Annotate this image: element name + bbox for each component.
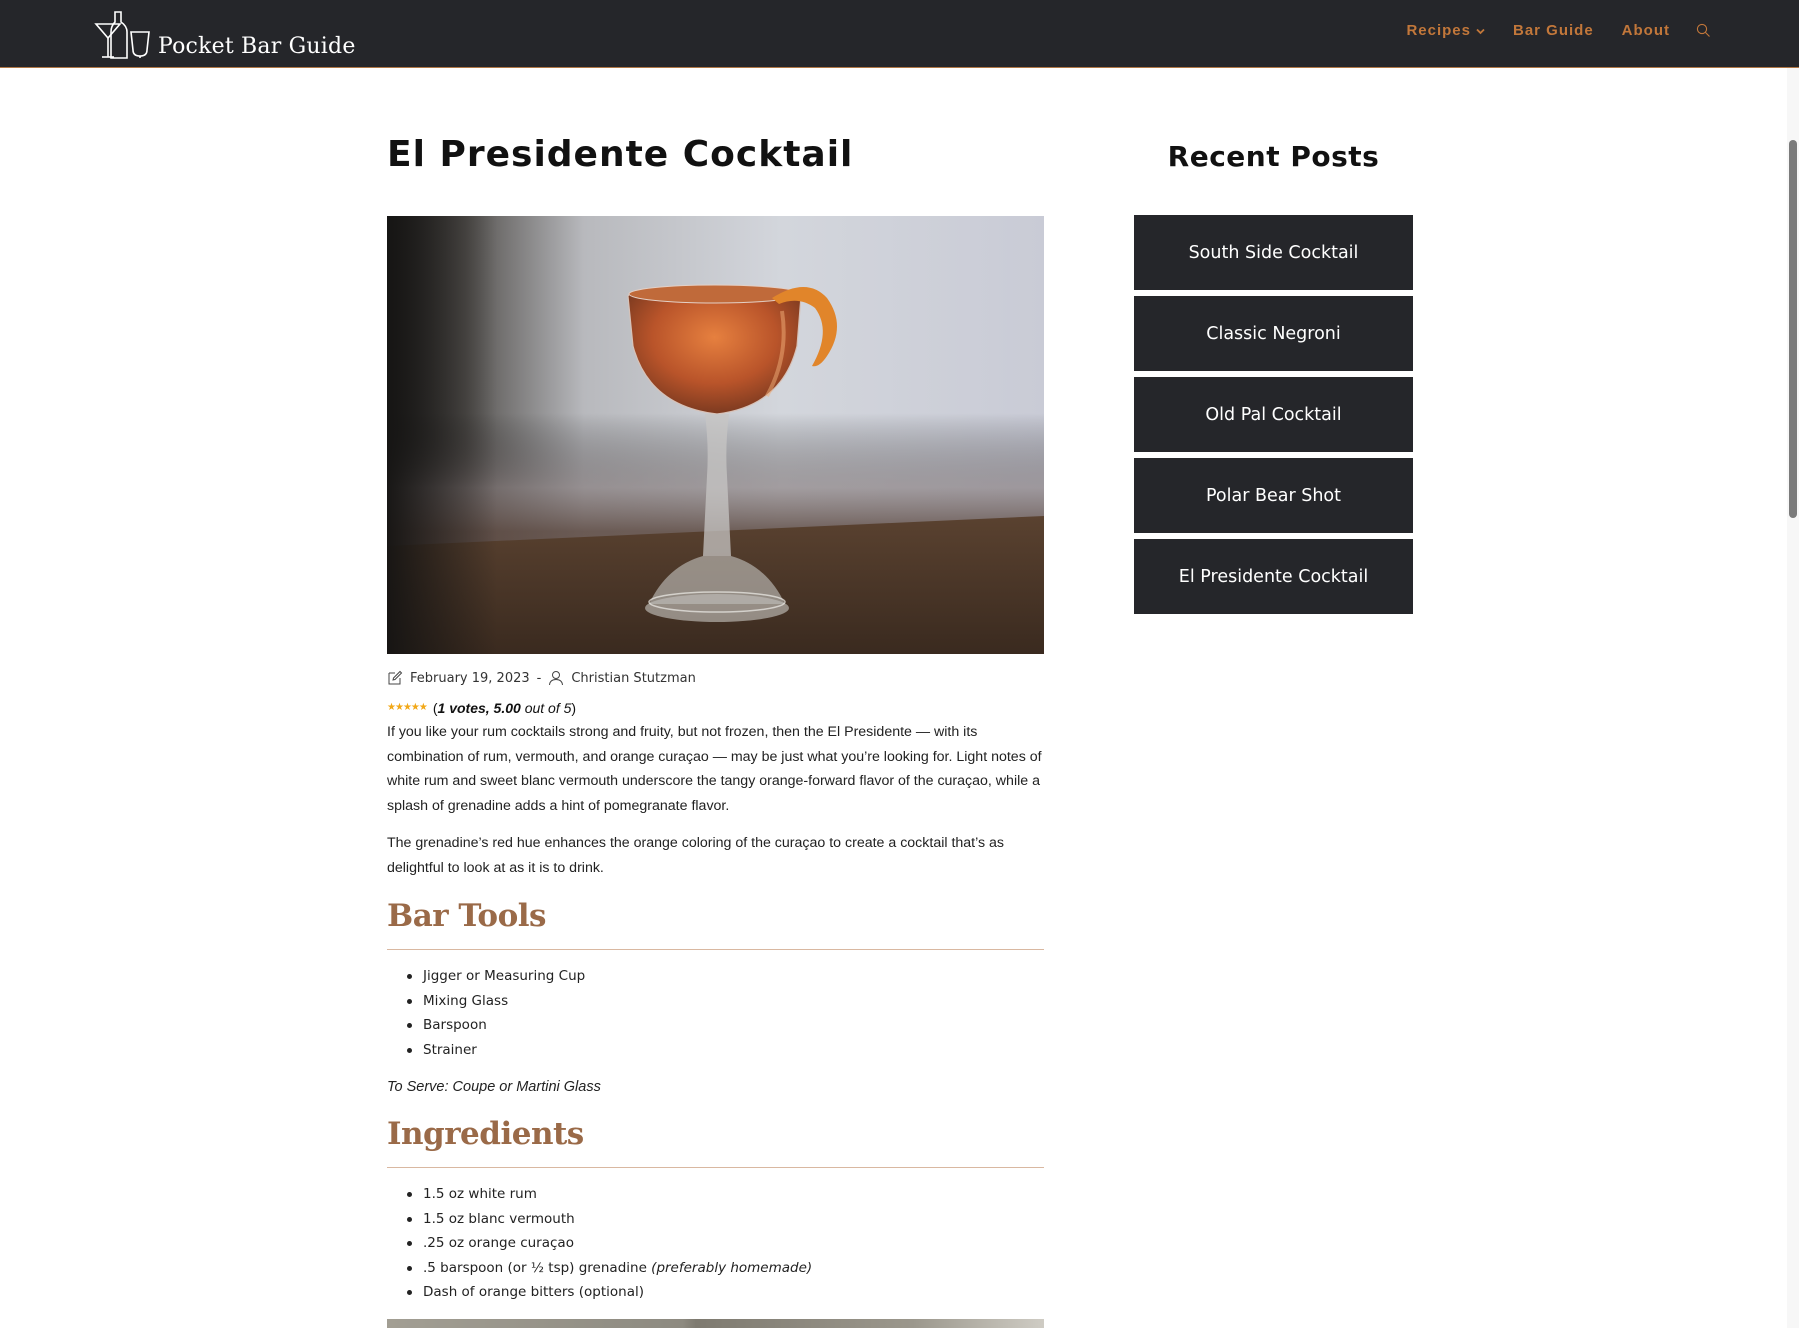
list-item: 1.5 oz blanc vermouth xyxy=(407,1207,1023,1232)
nav-item-label: About xyxy=(1621,22,1670,39)
list-item: 1.5 oz white rum xyxy=(407,1182,1023,1207)
star-icon[interactable]: ★ xyxy=(419,703,428,713)
nav-item-label: Bar Guide xyxy=(1512,22,1594,39)
edit-icon xyxy=(388,670,403,685)
nav-item-bar-guide[interactable]: Bar Guide xyxy=(1513,22,1594,39)
rating-close-paren: ) xyxy=(571,700,577,716)
star-icon[interactable]: ★ xyxy=(403,703,412,713)
intro-paragraph: If you like your rum cocktails strong an… xyxy=(387,724,1042,814)
list-item: Mixing Glass xyxy=(407,989,1023,1014)
hero-image-cocktail xyxy=(387,216,1044,654)
star-icon[interactable]: ★ xyxy=(411,703,420,713)
star-rating[interactable]: ★ ★ ★ ★ ★ ( 1 votes, 5.00 out of 5 ) xyxy=(387,700,576,716)
search-icon[interactable] xyxy=(1696,23,1711,38)
ingredients-list: 1.5 oz white rum 1.5 oz blanc vermouth .… xyxy=(407,1182,1023,1305)
rating-score: 5.00 xyxy=(493,700,521,716)
post-meta: February 19, 2023 - Christian Stutzman xyxy=(387,670,696,686)
post-date: February 19, 2023 xyxy=(410,670,530,686)
rating-votes: 1 votes, xyxy=(437,700,490,716)
site-header: Pocket Bar Guide Recipes Bar Guide About xyxy=(0,0,1799,68)
list-item: Dash of orange bitters (optional) xyxy=(407,1280,1023,1305)
recent-post-south-side-cocktail[interactable]: South Side Cocktail xyxy=(1134,215,1413,290)
site-brand-name: Pocket Bar Guide xyxy=(158,34,356,59)
rating-out-of: out of 5 xyxy=(524,700,572,716)
recent-post-el-presidente-cocktail[interactable]: El Presidente Cocktail xyxy=(1134,539,1413,614)
star-icon[interactable]: ★ xyxy=(395,703,404,713)
nav-item-about[interactable]: About xyxy=(1622,22,1670,39)
body-paragraph: The grenadine’s red hue enhances the ora… xyxy=(387,835,1005,876)
main-nav: Recipes Bar Guide About xyxy=(1378,22,1711,39)
list-item: .25 oz orange curaçao xyxy=(407,1231,1023,1256)
star-icon[interactable]: ★ xyxy=(387,703,396,713)
scrollbar-thumb[interactable] xyxy=(1789,140,1797,518)
serve-note: To Serve: Coupe or Martini Glass xyxy=(387,1079,601,1095)
cocktail-glass-bottle-logo-icon xyxy=(94,11,150,59)
recent-posts-title: Recent Posts xyxy=(1167,140,1380,173)
secondary-image xyxy=(387,1319,1044,1328)
scrollbar[interactable] xyxy=(1787,68,1799,1328)
user-icon xyxy=(549,671,564,686)
site-logo[interactable]: Pocket Bar Guide xyxy=(94,8,356,60)
ingredient-text: .5 barspoon (or ½ tsp) grenadine xyxy=(423,1259,647,1276)
recent-post-old-pal-cocktail[interactable]: Old Pal Cocktail xyxy=(1134,377,1413,452)
post-author[interactable]: Christian Stutzman xyxy=(571,671,695,686)
nav-item-recipes[interactable]: Recipes xyxy=(1406,22,1485,39)
chevron-down-icon xyxy=(1476,22,1485,39)
list-item: Jigger or Measuring Cup xyxy=(407,964,1023,989)
list-item: Strainer xyxy=(407,1038,1023,1063)
recent-post-classic-negroni[interactable]: Classic Negroni xyxy=(1134,296,1413,371)
nav-item-label: Recipes xyxy=(1406,22,1471,39)
ingredients-heading: Ingredients xyxy=(387,1116,1044,1168)
page-title: El Presidente Cocktail xyxy=(387,134,854,175)
bar-tools-list: Jigger or Measuring Cup Mixing Glass Bar… xyxy=(407,964,1023,1063)
list-item: Barspoon xyxy=(407,1013,1023,1038)
rating-stars[interactable]: ★ ★ ★ ★ ★ xyxy=(387,703,428,713)
ingredient-note: (preferably homemade) xyxy=(651,1259,813,1276)
meta-separator: - xyxy=(536,670,542,686)
list-item: .5 barspoon (or ½ tsp) grenadine (prefer… xyxy=(407,1256,1023,1281)
recent-post-polar-bear-shot[interactable]: Polar Bear Shot xyxy=(1134,458,1413,533)
bar-tools-heading: Bar Tools xyxy=(387,898,1044,950)
